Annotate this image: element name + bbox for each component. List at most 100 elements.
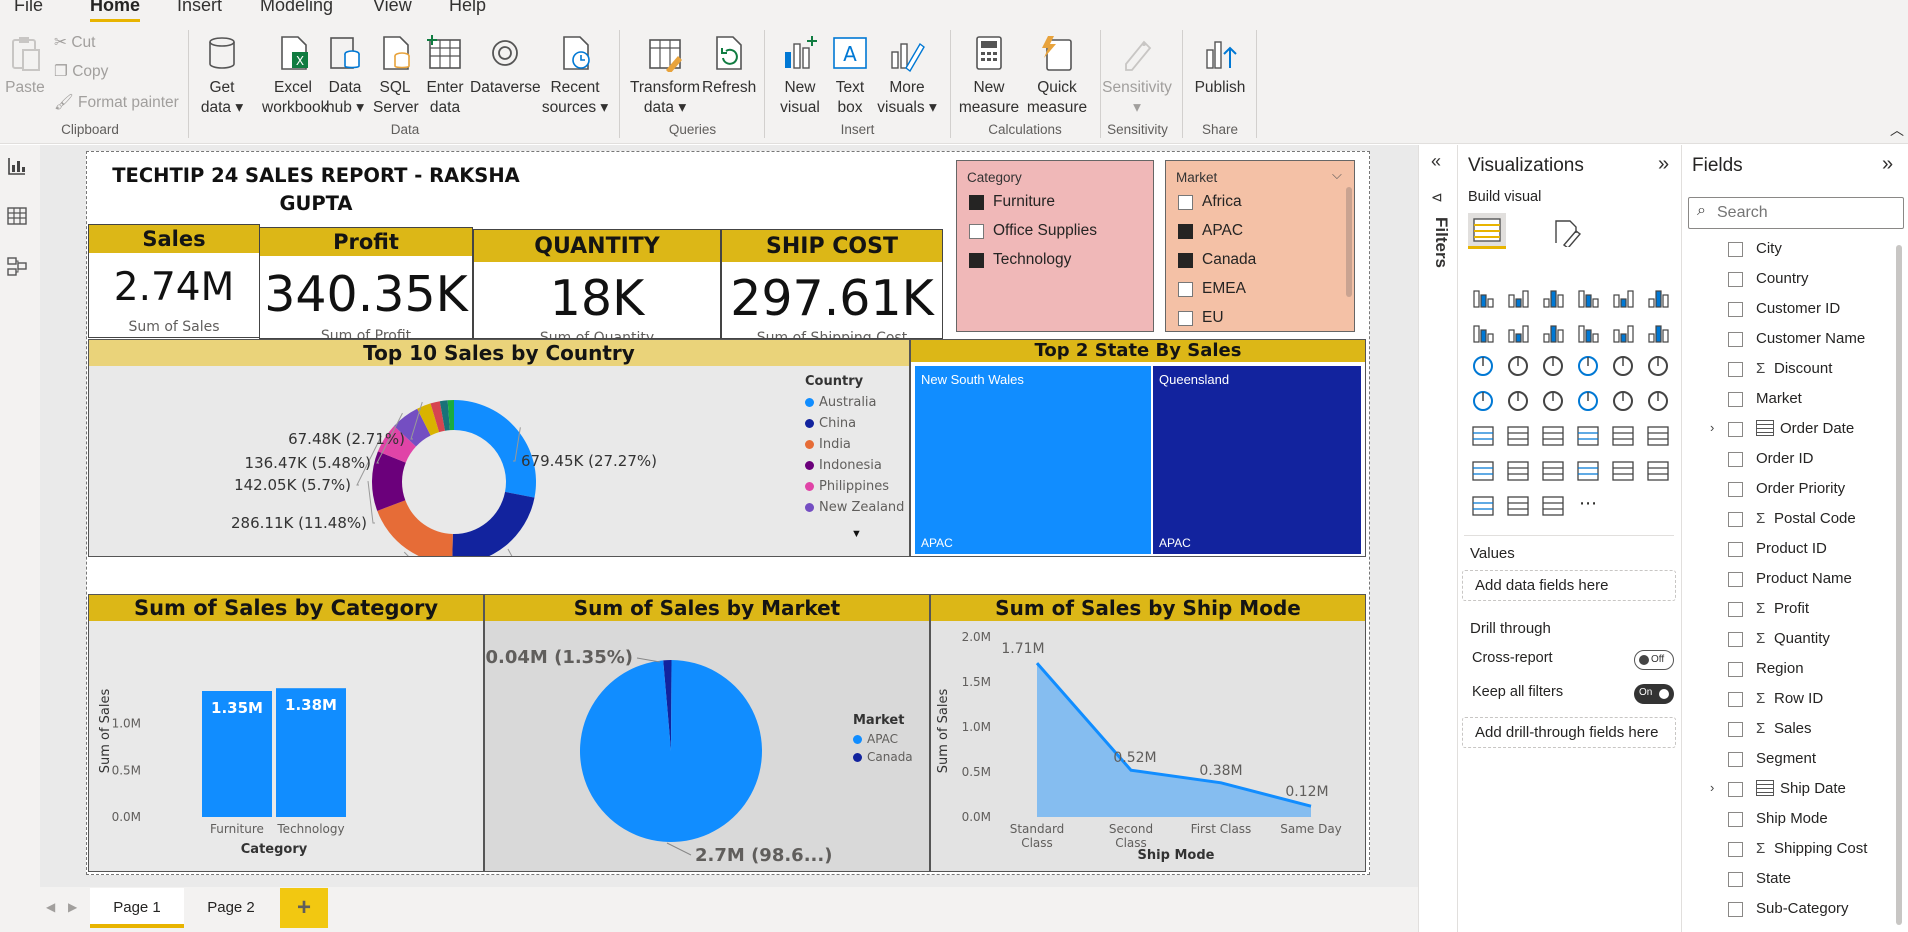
visual-type-icon[interactable]	[1540, 283, 1566, 309]
field-name[interactable]: Order Date	[1780, 420, 1854, 437]
visual-type-icon[interactable]	[1505, 283, 1531, 309]
new-measure-button[interactable]: New measure	[958, 34, 1020, 118]
slicer-item-emea[interactable]: EMEA	[1202, 280, 1246, 298]
field-checkbox[interactable]	[1728, 332, 1743, 347]
legend-item[interactable]: Philippines	[805, 479, 904, 494]
visual-type-icon[interactable]	[1470, 493, 1496, 519]
visual-type-icon[interactable]	[1505, 318, 1531, 344]
field-name[interactable]: Order ID	[1756, 450, 1814, 467]
visual-type-icon[interactable]	[1575, 318, 1601, 344]
visual-type-icon[interactable]	[1610, 458, 1636, 484]
visual-type-icon[interactable]	[1645, 283, 1671, 309]
collapse-pane-icon[interactable]: »	[1658, 153, 1669, 176]
paste-button[interactable]: Paste	[4, 34, 46, 98]
checkbox-africa[interactable]	[1178, 195, 1193, 210]
field-name[interactable]: Country	[1756, 270, 1809, 287]
tab-insert[interactable]: Insert	[177, 0, 222, 16]
build-visual-tab[interactable]	[1468, 213, 1506, 249]
kpi-card-profit[interactable]: Profit 340.35K Sum of Profit	[259, 227, 473, 339]
filters-pane-collapsed[interactable]: « ⊲ Filters	[1418, 145, 1458, 932]
get-data-button[interactable]: Get data ▾	[196, 34, 248, 118]
field-checkbox[interactable]	[1728, 782, 1743, 797]
field-checkbox[interactable]	[1728, 662, 1743, 677]
visual-type-icon[interactable]	[1610, 423, 1636, 449]
enter-data-button[interactable]: Enter data	[424, 34, 466, 118]
collapse-ribbon-icon[interactable]: ︿	[1890, 120, 1904, 140]
legend-item[interactable]: New Zealand	[805, 500, 904, 515]
search-input[interactable]	[1717, 202, 1897, 224]
add-page-button[interactable]: +	[280, 888, 328, 928]
visual-type-icon[interactable]	[1575, 283, 1601, 309]
visual-type-icon[interactable]	[1540, 318, 1566, 344]
field-name[interactable]: City	[1756, 240, 1782, 257]
collapse-fields-icon[interactable]: »	[1882, 153, 1893, 176]
field-name[interactable]: Segment	[1756, 750, 1816, 767]
drill-through-well[interactable]: Add drill-through fields here	[1462, 717, 1676, 748]
visual-type-icon[interactable]	[1470, 423, 1496, 449]
quick-measure-button[interactable]: Quick measure	[1026, 34, 1088, 118]
tab-view[interactable]: View	[373, 0, 412, 16]
field-checkbox[interactable]	[1728, 872, 1743, 887]
model-view-icon[interactable]	[6, 255, 28, 277]
legend-item[interactable]: APAC	[853, 732, 913, 746]
checkbox-furniture[interactable]	[969, 195, 984, 210]
field-name[interactable]: Ship Date	[1780, 780, 1846, 797]
legend-item[interactable]: Indonesia	[805, 458, 904, 473]
visual-type-icon[interactable]	[1505, 493, 1531, 519]
checkbox-canada[interactable]	[1178, 253, 1193, 268]
visual-type-icon[interactable]	[1505, 388, 1531, 414]
treemap-cell-queensland[interactable]: Queensland APAC	[1153, 366, 1361, 554]
field-checkbox[interactable]	[1728, 512, 1743, 527]
field-name[interactable]: Customer Name	[1756, 330, 1865, 347]
dataverse-button[interactable]: Dataverse	[470, 34, 541, 98]
field-checkbox[interactable]	[1728, 842, 1743, 857]
visual-type-icon[interactable]	[1645, 388, 1671, 414]
visual-type-icon[interactable]	[1575, 423, 1601, 449]
publish-button[interactable]: Publish	[1190, 34, 1250, 98]
report-view-icon[interactable]	[6, 155, 28, 177]
visual-type-icon[interactable]: ⋯	[1575, 493, 1601, 519]
data-view-icon[interactable]	[6, 205, 28, 227]
visual-type-icon[interactable]	[1470, 353, 1496, 379]
recent-sources-button[interactable]: Recent sources ▾	[540, 34, 610, 118]
slicer-item-eu[interactable]: EU	[1202, 309, 1224, 327]
visual-type-icon[interactable]	[1540, 423, 1566, 449]
visual-type-icon[interactable]	[1470, 318, 1496, 344]
field-name[interactable]: State	[1756, 870, 1791, 887]
field-name[interactable]: Market	[1756, 390, 1802, 407]
field-checkbox[interactable]	[1728, 302, 1743, 317]
visual-type-icon[interactable]	[1540, 458, 1566, 484]
prev-page-icon[interactable]: ◀	[46, 900, 55, 914]
kpi-card-sales[interactable]: Sales 2.74M Sum of Sales	[88, 224, 260, 338]
slicer-item-technology[interactable]: Technology	[993, 251, 1071, 269]
next-page-icon[interactable]: ▶	[68, 900, 77, 914]
field-checkbox[interactable]	[1728, 422, 1743, 437]
visual-type-icon[interactable]	[1470, 283, 1496, 309]
field-checkbox[interactable]	[1728, 242, 1743, 257]
treemap-cell-new-south-wales[interactable]: New South Wales APAC	[915, 366, 1151, 554]
refresh-button[interactable]: Refresh	[702, 34, 756, 98]
country-donut-visual[interactable]: Top 10 Sales by Country 679.45K (27.27%)…	[88, 339, 910, 557]
fields-search[interactable]: ⌕	[1688, 197, 1904, 229]
field-checkbox[interactable]	[1728, 362, 1743, 377]
legend-item[interactable]: Canada	[853, 750, 913, 764]
field-checkbox[interactable]	[1728, 752, 1743, 767]
expand-filters-icon[interactable]: «	[1431, 151, 1441, 172]
legend-item[interactable]: India	[805, 437, 904, 452]
expand-chevron-icon[interactable]: ›	[1710, 780, 1714, 795]
field-name[interactable]: Product Name	[1756, 570, 1852, 587]
visual-type-icon[interactable]	[1610, 388, 1636, 414]
donut-slice[interactable]	[377, 500, 453, 556]
field-checkbox[interactable]	[1728, 272, 1743, 287]
visual-type-icon[interactable]	[1610, 353, 1636, 379]
format-visual-icon[interactable]	[1552, 217, 1582, 247]
visual-type-icon[interactable]	[1645, 458, 1671, 484]
field-name[interactable]: Postal Code	[1774, 510, 1856, 527]
kpi-card-quantity[interactable]: QUANTITY 18K Sum of Quantity	[473, 229, 721, 339]
field-name[interactable]: Discount	[1774, 360, 1832, 377]
filters-label[interactable]: Filters	[1425, 217, 1451, 268]
donut-slice[interactable]	[454, 400, 536, 498]
field-checkbox[interactable]	[1728, 482, 1743, 497]
field-name[interactable]: Order Priority	[1756, 480, 1845, 497]
shipmode-area-visual[interactable]: Sum of Sales by Ship Mode 0.0M 0.5M 1.0M 1.…	[930, 594, 1366, 872]
